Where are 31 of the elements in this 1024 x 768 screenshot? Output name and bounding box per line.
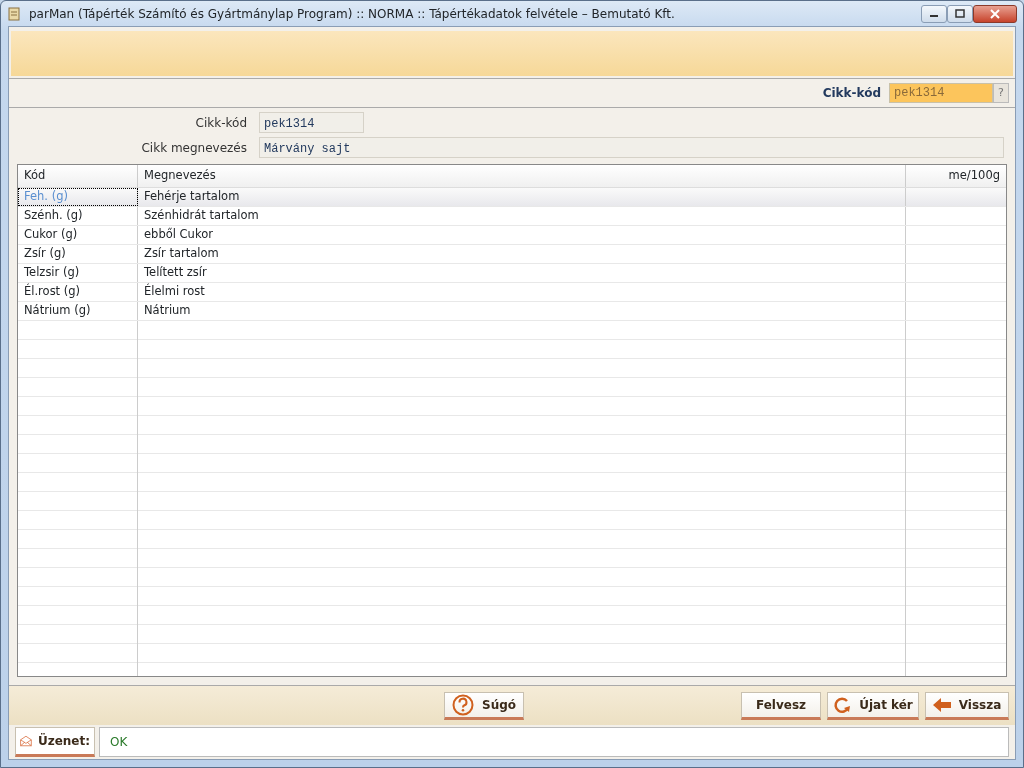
field-label: Cikk-kód	[194, 114, 248, 132]
action-button[interactable]: Újat kér	[827, 691, 919, 720]
table-row[interactable]: Telzsir (g) Telített zsír	[18, 264, 1006, 283]
field-label: Cikk-kód	[822, 85, 881, 102]
help-button[interactable]: Súgó	[444, 691, 524, 720]
table-row[interactable]: Él.rost (g) Élelmi rost	[18, 283, 1006, 302]
status-message: OK	[99, 727, 1009, 757]
table-row[interactable]: Zsír (g) Zsír tartalom	[18, 245, 1006, 264]
action-button[interactable]: Felvesz	[741, 691, 821, 720]
back-arrow-icon	[932, 697, 951, 712]
column-header[interactable]: Megnevezés	[138, 165, 906, 187]
readonly-field: Márvány sajt	[259, 137, 1004, 158]
message-label: Üzenet:	[15, 727, 95, 757]
close-button[interactable]	[973, 4, 1017, 23]
column-header[interactable]: me/100g	[906, 165, 1006, 187]
help-icon	[452, 693, 474, 716]
table-row[interactable]: Feh. (g) Fehérje tartalom	[18, 188, 1006, 207]
action-button[interactable]: Vissza	[925, 691, 1009, 720]
minimize-button[interactable]	[921, 4, 947, 23]
refresh-icon	[833, 695, 852, 714]
app-icon	[7, 6, 21, 21]
lookup-button[interactable]: ?	[993, 83, 1009, 103]
window-title: parMan (Tápérték Számító és Gyártmánylap Program) :: NORMA :: Tápértékadatok felvétele – Bemutató Kft.	[29, 5, 676, 23]
table-row[interactable]: Cukor (g) ebből Cukor	[18, 226, 1006, 245]
maximize-button[interactable]	[947, 4, 973, 23]
column-header[interactable]: Kód	[18, 165, 138, 187]
readonly-field: pek1314	[259, 112, 364, 133]
table-row[interactable]: Szénh. (g) Szénhidrát tartalom	[18, 207, 1006, 226]
field-label: Cikk megnevezés	[140, 139, 248, 157]
maximize-icon	[955, 9, 965, 18]
close-icon	[990, 8, 1000, 19]
